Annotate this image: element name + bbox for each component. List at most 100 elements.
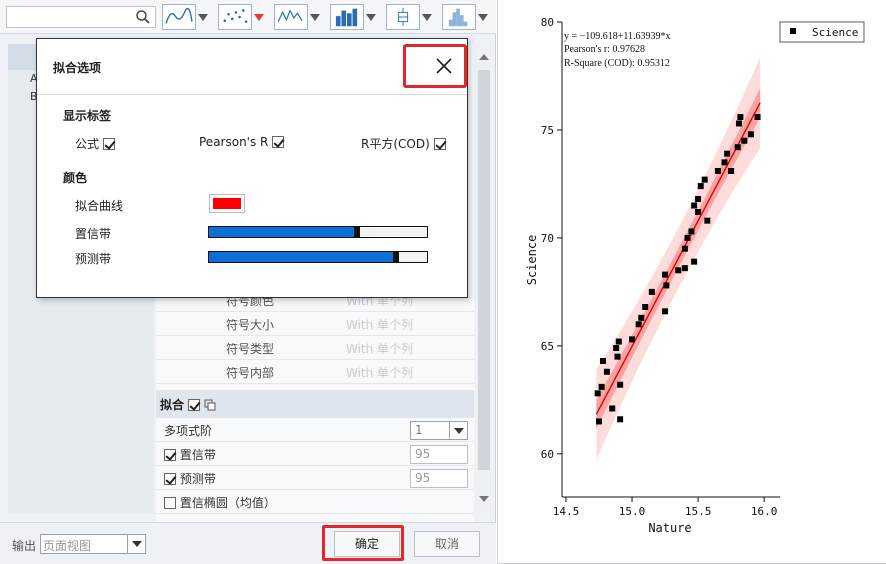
prop-label: 符号类型 — [226, 342, 275, 356]
data-point — [609, 405, 616, 412]
x-tick-label: 15.5 — [685, 505, 712, 518]
data-point — [737, 114, 744, 120]
fit-curve-label: 拟合曲线 — [75, 199, 124, 213]
data-point — [714, 167, 721, 174]
data-point — [603, 368, 610, 375]
option-pearson[interactable]: Pearson's R — [199, 135, 285, 149]
fit-section-title: 拟合 — [160, 398, 185, 412]
conf-ellipse-checkbox[interactable] — [164, 497, 176, 509]
scroll-thumb[interactable] — [478, 70, 490, 470]
dialog-title: 拟合选项 — [53, 61, 102, 75]
chevron-down-icon[interactable] — [127, 535, 145, 553]
data-point — [629, 336, 636, 343]
pred-level-input[interactable]: 95 — [410, 469, 468, 488]
box-plot-button[interactable] — [386, 4, 432, 30]
search-input[interactable] — [6, 6, 156, 28]
fit-section-header[interactable]: 拟合 — [156, 390, 474, 418]
data-point — [638, 314, 645, 321]
data-point — [598, 383, 605, 390]
data-point — [695, 196, 702, 203]
prop-row-poly-order[interactable]: 多项式阶 1 — [156, 418, 474, 442]
option-pearson-label: Pearson's R — [199, 135, 269, 149]
histogram-button[interactable] — [442, 4, 488, 30]
data-point — [662, 308, 669, 315]
box-plot-icon — [386, 4, 420, 30]
data-point — [599, 357, 606, 364]
pearson-checkbox[interactable] — [272, 136, 285, 148]
prop-value: With 单个列 — [346, 318, 414, 332]
line-plot-button[interactable] — [162, 4, 208, 30]
fit-rsquare: R-Square (COD): 0.95312 — [564, 58, 670, 69]
conf-band-transparency-slider[interactable] — [208, 226, 428, 238]
data-point — [695, 209, 702, 215]
scatter-chart[interactable]: 14.5 15.0 15.5 16.0 60 65 70 75 80 y = −109.618+… — [498, 0, 886, 564]
formula-checkbox[interactable] — [102, 138, 115, 150]
column-plot-icon — [330, 4, 364, 30]
prop-label: 多项式阶 — [164, 424, 213, 438]
scatter-plot-button[interactable] — [218, 4, 264, 30]
data-point — [688, 228, 695, 235]
data-point — [724, 150, 731, 157]
prop-row-conf-band[interactable]: 置信带 95 — [156, 442, 474, 466]
prop-row-pred-band[interactable]: 预测带 95 — [156, 466, 474, 490]
pred-band-checkbox[interactable] — [164, 473, 176, 485]
conf-level-input[interactable]: 95 — [410, 445, 468, 464]
chevron-down-icon[interactable] — [449, 422, 467, 439]
prop-row-symbol-size[interactable]: 符号大小 With 单个列 — [156, 312, 474, 336]
ok-button-highlight — [322, 525, 404, 561]
data-point — [617, 381, 624, 388]
scatter-plot-icon — [218, 4, 252, 30]
scroll-up-icon[interactable] — [479, 54, 489, 60]
dialog-divider — [37, 94, 467, 95]
fit-curve-color-swatch[interactable] — [209, 194, 245, 213]
pred-band-slider-handle[interactable] — [393, 252, 400, 262]
expand-icon[interactable] — [204, 399, 216, 411]
legend-label: Science — [812, 26, 858, 39]
y-tick-label: 75 — [541, 124, 554, 137]
prop-value: With 单个列 — [346, 342, 414, 356]
pred-band-transparency-slider[interactable] — [208, 251, 428, 263]
data-point — [675, 267, 682, 274]
x-axis-label: Nature — [648, 521, 691, 535]
prop-row-conf-ellipse[interactable]: 置信椭圆（均值） — [156, 490, 474, 514]
plot-type-toolbar — [0, 0, 496, 34]
option-formula-label: 公式 — [75, 137, 100, 151]
search-icon[interactable] — [135, 9, 151, 25]
scroll-down-icon[interactable] — [479, 496, 489, 502]
data-point — [663, 282, 670, 289]
poly-order-select[interactable]: 1 — [410, 421, 468, 440]
prop-value: With 单个列 — [346, 366, 414, 380]
close-button-highlight — [403, 44, 467, 88]
column-plot-button[interactable] — [330, 4, 376, 30]
property-scrollbar[interactable] — [476, 44, 492, 514]
line-plot-icon — [162, 4, 196, 30]
output-select[interactable]: 页面视图 — [40, 534, 146, 554]
pred-band-color-label: 预测带 — [75, 252, 112, 266]
y-tick-label: 80 — [541, 16, 554, 29]
prop-row-symbol-fill[interactable]: 符号内部 With 单个列 — [156, 360, 474, 384]
option-rsquare-label: R平方(COD) — [361, 137, 430, 151]
data-point — [662, 271, 669, 278]
output-value: 页面视图 — [43, 539, 92, 553]
data-point — [595, 418, 602, 425]
pred-band-slider-fill — [209, 252, 397, 262]
conf-band-slider-handle[interactable] — [354, 227, 361, 237]
conf-band-checkbox[interactable] — [164, 449, 176, 461]
option-formula[interactable]: 公式 — [75, 135, 115, 152]
data-point — [681, 265, 688, 272]
line-symbol-plot-button[interactable] — [274, 4, 320, 30]
option-rsquare[interactable]: R平方(COD) — [361, 135, 446, 152]
y-axis-label: Science — [525, 235, 539, 286]
prop-row-symbol-type[interactable]: 符号类型 With 单个列 — [156, 336, 474, 360]
fit-curve-color-fill — [213, 198, 241, 209]
data-point — [691, 202, 698, 209]
legend-marker — [790, 28, 796, 34]
fit-equation: y = −109.618+11.63939*x — [564, 31, 671, 42]
cancel-button[interactable]: 取消 — [414, 531, 480, 557]
fit-enable-checkbox[interactable] — [188, 399, 201, 411]
data-point — [617, 416, 624, 423]
rsquare-checkbox[interactable] — [433, 138, 446, 150]
x-tick-label: 15.0 — [619, 505, 646, 518]
x-tick-label: 14.5 — [553, 505, 580, 518]
output-label: 输出 — [12, 539, 37, 553]
